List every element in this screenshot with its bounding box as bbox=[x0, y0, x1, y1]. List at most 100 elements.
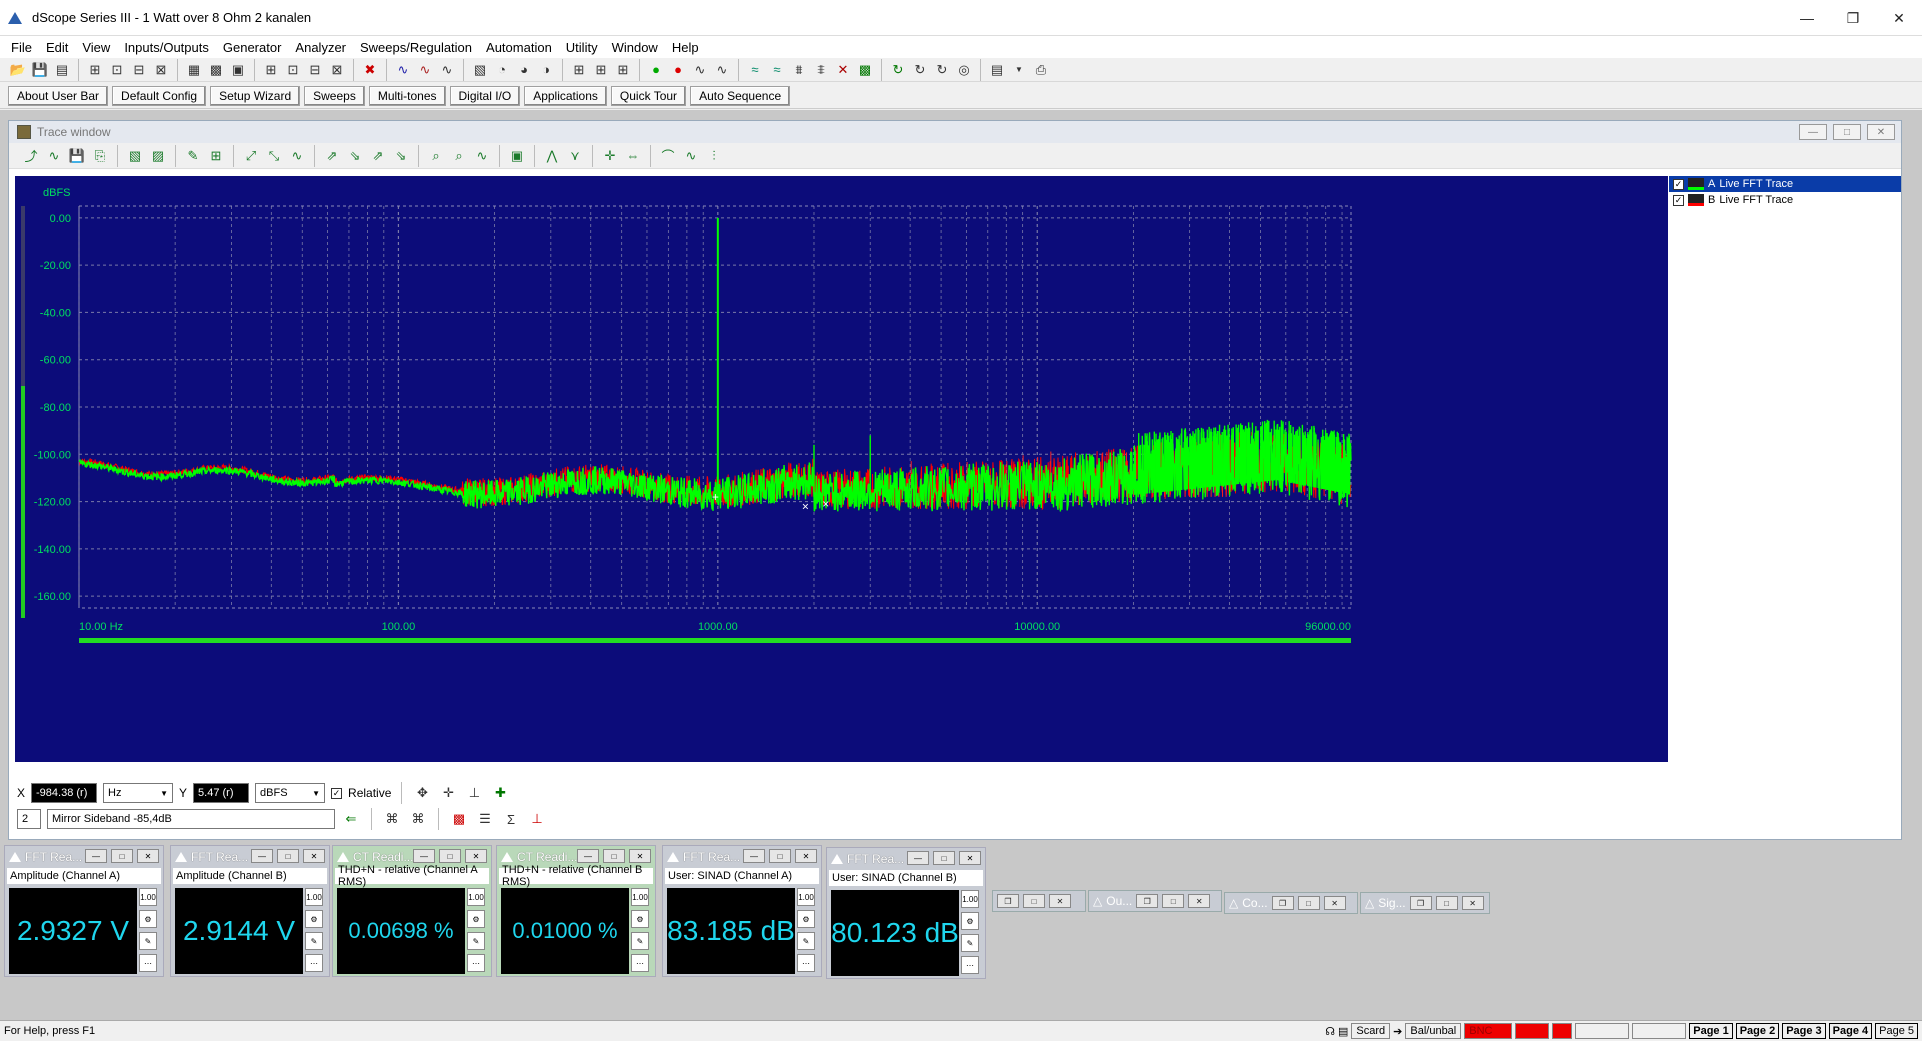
trace-a-icon[interactable]: ≈ bbox=[745, 60, 765, 80]
restore-icon[interactable]: ❐ bbox=[1271, 896, 1294, 910]
restore-icon[interactable]: ❐ bbox=[1409, 896, 1432, 910]
trace-window[interactable]: Trace window — □ ✕ ⤴ ∿ 💾 ⎘ ▧ ▨ ✎ ⊞ ⤢ ⤡ ∿… bbox=[8, 120, 1902, 840]
reading-sinad-b[interactable]: FFT Rea... — □ ✕ User: SINAD (Channel B) 8… bbox=[826, 847, 986, 979]
menu-automation[interactable]: Automation bbox=[479, 40, 559, 55]
cancel-icon[interactable]: ✖ bbox=[360, 60, 380, 80]
trace-up-icon[interactable]: ⤴ bbox=[21, 146, 41, 166]
trace-b-icon[interactable]: ≈ bbox=[767, 60, 787, 80]
marker-b-icon[interactable]: ⋎ bbox=[565, 146, 585, 166]
edit-icon[interactable]: ✎ bbox=[139, 932, 157, 950]
more-icon[interactable]: ⋯ bbox=[467, 954, 485, 972]
cursor-x-value[interactable]: -984.38 (r) bbox=[31, 783, 98, 803]
cursor-move-icon[interactable]: ✥ bbox=[412, 783, 432, 803]
loop-c-icon[interactable]: ↻ bbox=[932, 60, 952, 80]
close-icon[interactable]: ✕ bbox=[137, 849, 159, 863]
menu-inputs-outputs[interactable]: Inputs/Outputs bbox=[117, 40, 216, 55]
crosshair-icon[interactable]: ✛ bbox=[600, 146, 620, 166]
reading-amplitude-b[interactable]: FFT Rea... — □ ✕ Amplitude (Channel B) 2.9… bbox=[170, 845, 330, 977]
more-icon[interactable]: ⋯ bbox=[305, 954, 323, 972]
menu-file[interactable]: File bbox=[4, 40, 39, 55]
menu-sweeps[interactable]: Sweeps/Regulation bbox=[353, 40, 479, 55]
minimize-icon[interactable]: — bbox=[413, 849, 435, 863]
autoscale-icon[interactable]: ∿ bbox=[472, 146, 492, 166]
reading-amplitude-a[interactable]: FFT Rea... — □ ✕ Amplitude (Channel A) 2.9… bbox=[4, 845, 164, 977]
analyzer-b-icon[interactable]: ∿ bbox=[415, 60, 435, 80]
annotation-text[interactable]: Mirror Sideband -85,4dB bbox=[47, 809, 335, 829]
minimize-icon[interactable]: — bbox=[577, 849, 599, 863]
close-icon[interactable]: ✕ bbox=[1188, 894, 1211, 908]
menu-utility[interactable]: Utility bbox=[559, 40, 605, 55]
close-icon[interactable]: ✕ bbox=[465, 849, 487, 863]
multi-tones-button[interactable]: Multi-tones bbox=[368, 85, 446, 106]
reading-thdn-b[interactable]: CT Readi... — □ ✕ THD+N - relative (Channe… bbox=[496, 845, 656, 977]
trace-c-icon[interactable]: ⩩ bbox=[789, 60, 809, 80]
output-c-icon[interactable]: ⊠ bbox=[151, 60, 171, 80]
trace-copy-icon[interactable]: ⎘ bbox=[90, 146, 110, 166]
edit-icon[interactable]: ✎ bbox=[961, 934, 979, 952]
minimize-icon[interactable]: — bbox=[251, 849, 273, 863]
precision-icon[interactable]: 1.00 bbox=[961, 890, 979, 908]
settings-icon[interactable]: ⚙ bbox=[139, 910, 157, 928]
trace-save-icon[interactable]: 💾 bbox=[67, 146, 87, 166]
sweeps-button[interactable]: Sweeps bbox=[304, 85, 365, 106]
page-3-button[interactable]: Page 3 bbox=[1782, 1023, 1826, 1039]
annotation-chart-icon[interactable]: ⊥ bbox=[527, 809, 547, 829]
edit-icon[interactable]: ✎ bbox=[305, 932, 323, 950]
quick-tour-button[interactable]: Quick Tour bbox=[610, 85, 687, 106]
measure-icon[interactable]: ▣ bbox=[507, 146, 527, 166]
edit-icon[interactable]: ✎ bbox=[467, 932, 485, 950]
restore-icon[interactable]: ❐ bbox=[997, 894, 1019, 908]
zoom-fit-icon[interactable]: ∿ bbox=[287, 146, 307, 166]
precision-icon[interactable]: 1.00 bbox=[139, 888, 157, 906]
maximize-icon[interactable]: □ bbox=[1162, 894, 1185, 908]
zoom-x-icon[interactable]: ⤢ bbox=[241, 146, 261, 166]
minimize-icon[interactable]: — bbox=[1784, 0, 1830, 36]
precision-icon[interactable]: 1.00 bbox=[797, 888, 815, 906]
digital-io-button[interactable]: Digital I/O bbox=[449, 85, 521, 106]
input-icon[interactable]: ⊞ bbox=[261, 60, 281, 80]
about-user-bar-button[interactable]: About User Bar bbox=[8, 85, 109, 106]
output-b-icon[interactable]: ⊟ bbox=[129, 60, 149, 80]
minimized-window-signal[interactable]: △ Sig... ❐ □ ✕ bbox=[1360, 892, 1490, 914]
minimize-icon[interactable]: — bbox=[1799, 124, 1827, 140]
settings-icon[interactable]: ⚙ bbox=[305, 910, 323, 928]
zoom-out-icon[interactable]: ⌕ bbox=[449, 146, 469, 166]
maximize-icon[interactable]: □ bbox=[769, 849, 791, 863]
maximize-icon[interactable]: □ bbox=[603, 849, 625, 863]
legend-item-a[interactable]: ✓ A Live FFT Trace bbox=[1669, 176, 1901, 192]
close-icon[interactable]: ✕ bbox=[1461, 896, 1484, 910]
link-icon[interactable]: ⇔ bbox=[623, 146, 643, 166]
cursor-add-icon[interactable]: ✚ bbox=[490, 783, 510, 803]
trace-f-icon[interactable]: ▩ bbox=[855, 60, 875, 80]
cursor-peak-icon[interactable]: ⊥ bbox=[464, 783, 484, 803]
zoom-y-icon[interactable]: ⤡ bbox=[264, 146, 284, 166]
close-icon[interactable]: ✕ bbox=[1876, 0, 1922, 36]
cursor-b-icon[interactable]: ⇘ bbox=[345, 146, 365, 166]
maximize-icon[interactable]: □ bbox=[933, 851, 955, 865]
precision-icon[interactable]: 1.00 bbox=[467, 888, 485, 906]
close-icon[interactable]: ✕ bbox=[629, 849, 651, 863]
menu-view[interactable]: View bbox=[75, 40, 117, 55]
zoom-in-icon[interactable]: ⌕ bbox=[426, 146, 446, 166]
legend-checkbox-a[interactable]: ✓ bbox=[1673, 178, 1684, 190]
meter-b-icon[interactable]: ◕ bbox=[514, 60, 534, 80]
trace-window-titlebar[interactable]: Trace window — □ ✕ bbox=[9, 121, 1901, 143]
generator-icon[interactable]: ▦ bbox=[184, 60, 204, 80]
restore-icon[interactable]: ❐ bbox=[1830, 0, 1876, 36]
cursor-c-icon[interactable]: ⇗ bbox=[368, 146, 388, 166]
minimize-icon[interactable]: — bbox=[907, 851, 929, 865]
close-icon[interactable]: ✕ bbox=[1049, 894, 1071, 908]
input-b-icon[interactable]: ⊡ bbox=[283, 60, 303, 80]
maximize-icon[interactable]: □ bbox=[439, 849, 461, 863]
reading-sinad-a[interactable]: FFT Rea... — □ ✕ User: SINAD (Channel A) 8… bbox=[662, 845, 822, 977]
settings-icon[interactable]: ⚙ bbox=[961, 912, 979, 930]
report-icon[interactable]: ▤ bbox=[987, 60, 1007, 80]
output-icon[interactable]: ⊞ bbox=[85, 60, 105, 80]
menu-generator[interactable]: Generator bbox=[216, 40, 289, 55]
minimized-window-output[interactable]: △ Ou... ❐ □ ✕ bbox=[1088, 890, 1222, 912]
loop-b-icon[interactable]: ↻ bbox=[910, 60, 930, 80]
setup-wizard-button[interactable]: Setup Wizard bbox=[210, 85, 301, 106]
cursor-d-icon[interactable]: ⇘ bbox=[391, 146, 411, 166]
minimize-icon[interactable]: — bbox=[85, 849, 107, 863]
edit-icon[interactable]: ✎ bbox=[797, 932, 815, 950]
